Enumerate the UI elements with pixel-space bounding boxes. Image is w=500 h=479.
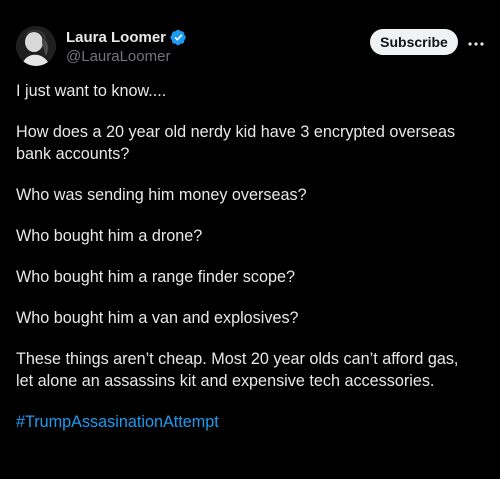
post-card: Laura Loomer @LauraLoomer Subscribe I ju… <box>0 0 500 479</box>
avatar-image <box>16 26 56 66</box>
post-line: These things aren’t cheap. Most 20 year … <box>16 350 459 368</box>
verified-badge-icon <box>170 29 187 46</box>
post-paragraph: Who bought him a drone? <box>16 227 203 245</box>
author-handle[interactable]: @LauraLoomer <box>66 48 187 65</box>
post-line: bank accounts? <box>16 145 130 163</box>
post-line: let alone an assassins kit and expensive… <box>16 372 435 390</box>
post-paragraph: These things aren’t cheap. Most 20 year … <box>16 348 486 392</box>
hashtag-link[interactable]: #TrumpAssasinationAttempt <box>16 413 219 431</box>
author-display-name[interactable]: Laura Loomer <box>66 29 166 46</box>
post-paragraph: #TrumpAssasinationAttempt <box>16 411 486 433</box>
post-paragraph: Who was sending him money overseas? <box>16 186 307 204</box>
post-paragraph: Who bought him a van and explosives? <box>16 309 299 327</box>
post-text: I just want to know.... How does a 20 ye… <box>16 80 486 452</box>
subscribe-button[interactable]: Subscribe <box>370 29 458 55</box>
post-paragraph: Who bought him a range finder scope? <box>16 268 295 286</box>
post-line: How does a 20 year old nerdy kid have 3 … <box>16 123 456 141</box>
more-options-icon[interactable] <box>467 36 485 46</box>
post-paragraph: I just want to know.... <box>16 82 167 100</box>
avatar[interactable] <box>16 26 56 66</box>
post-paragraph: How does a 20 year old nerdy kid have 3 … <box>16 121 486 165</box>
name-row: Laura Loomer <box>66 27 187 47</box>
author-block: Laura Loomer @LauraLoomer <box>66 27 187 65</box>
post-header: Laura Loomer @LauraLoomer Subscribe <box>16 24 486 68</box>
